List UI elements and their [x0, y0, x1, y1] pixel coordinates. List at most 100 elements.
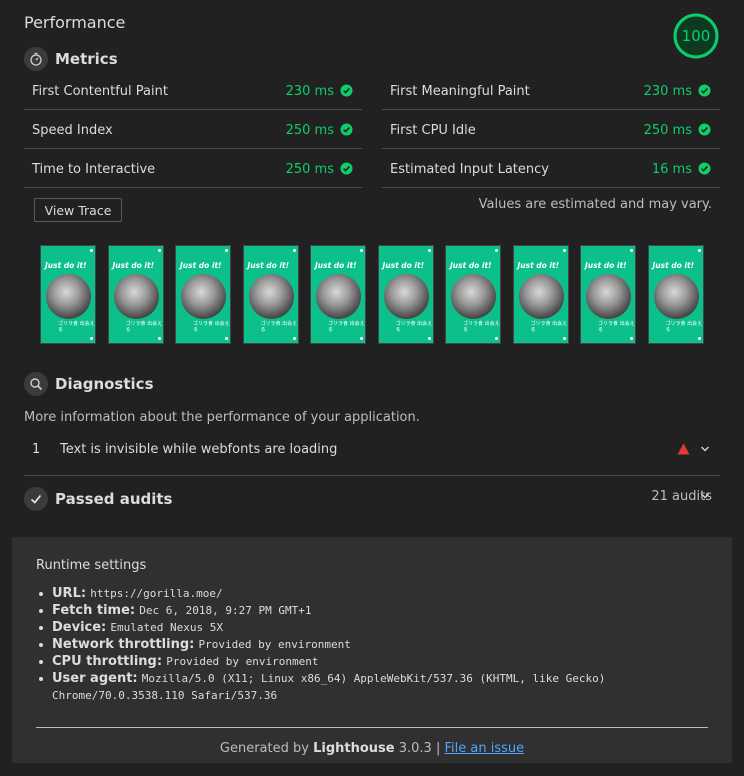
- metric-value: 250 ms: [285, 162, 334, 177]
- metric-label: Speed Index: [32, 123, 113, 138]
- filmstrip-frame: Just do it! ゴリラ食 出会える: [580, 245, 636, 344]
- setting-user-agent: User agent: Mozilla/5.0 (X11; Linux x86_…: [39, 670, 692, 704]
- frame-dot: [630, 337, 633, 340]
- setting-key: User agent:: [52, 671, 138, 686]
- frame-caption: ゴリラ食 出会える: [193, 321, 230, 333]
- frame-dot: [157, 249, 161, 252]
- metric-value: 230 ms: [285, 84, 334, 99]
- runtime-settings-title: Runtime settings: [36, 558, 147, 573]
- metric-estimated-input-latency: Estimated Input Latency 16 ms: [382, 150, 720, 188]
- runtime-settings-panel: Runtime settings URL: https://gorilla.mo…: [12, 537, 732, 763]
- setting-value: Dec 6, 2018, 9:27 PM GMT+1: [139, 604, 312, 617]
- filmstrip-frame: Just do it! ゴリラ食 出会える: [310, 245, 366, 344]
- frame-dot: [427, 337, 431, 340]
- metric-time-to-interactive: Time to Interactive 250 ms: [24, 150, 362, 188]
- frame-gorilla-image: [46, 274, 91, 319]
- frame-gorilla-image: [653, 274, 699, 319]
- check-circle-icon: [698, 84, 711, 97]
- filmstrip-frame: Just do it! ゴリラ食 出会える: [377, 245, 434, 344]
- diagnostic-text: Text is invisible while webfonts are loa…: [60, 442, 338, 457]
- metric-label: First Contentful Paint: [32, 84, 168, 99]
- filmstrip-frame: Just do it! ゴリラ食 出会える: [242, 245, 299, 344]
- frame-caption: ゴリラ食 出会える: [665, 321, 703, 333]
- frame-dot: [495, 249, 498, 252]
- search-icon: [24, 372, 48, 396]
- frame-title: Just do it!: [112, 261, 155, 270]
- passed-audits-title[interactable]: Passed audits: [55, 490, 172, 508]
- frame-caption: ゴリラ食 出会える: [395, 321, 433, 333]
- metric-value: 250 ms: [285, 123, 334, 138]
- diagnostic-number: 1: [32, 442, 41, 457]
- frame-caption: ゴリラ食 出会える: [530, 321, 568, 333]
- runtime-settings-list: URL: https://gorilla.moe/ Fetch time: De…: [39, 585, 692, 704]
- frame-dot: [292, 249, 296, 252]
- view-trace-button[interactable]: View Trace: [34, 198, 122, 222]
- diagnostics-description: More information about the performance o…: [24, 410, 420, 425]
- check-circle-icon: [340, 84, 353, 97]
- metrics-title: Metrics: [55, 50, 118, 68]
- frame-gorilla-image: [181, 274, 226, 319]
- frame-title: Just do it!: [382, 261, 425, 270]
- frame-gorilla-image: [451, 274, 496, 319]
- frame-caption: ゴリラ食 出会える: [260, 321, 298, 333]
- score-value: 100: [681, 27, 711, 45]
- estimate-note: Values are estimated and may vary.: [478, 197, 712, 212]
- check-circle-icon: [340, 123, 353, 136]
- setting-value: Provided by environment: [166, 655, 319, 668]
- frame-caption: ゴリラ食 出会える: [125, 321, 163, 333]
- generated-by-label: Generated by: [219, 741, 309, 756]
- filmstrip-frame: Just do it! ゴリラ食 出会える: [107, 245, 164, 344]
- frame-gorilla-image: [248, 274, 294, 319]
- frame-dot: [90, 337, 93, 340]
- check-circle-icon: [698, 162, 711, 175]
- frame-title: Just do it!: [652, 261, 695, 270]
- lighthouse-name: Lighthouse: [313, 741, 395, 756]
- frame-dot: [360, 249, 363, 252]
- frame-caption: ゴリラ食 出会える: [463, 321, 500, 333]
- checkmark-icon: [24, 487, 48, 511]
- metric-label: First CPU Idle: [390, 123, 476, 138]
- frame-title: Just do it!: [450, 261, 492, 270]
- metric-first-contentful-paint: First Contentful Paint 230 ms: [24, 72, 362, 110]
- frame-dot: [225, 249, 228, 252]
- chevron-down-icon[interactable]: [700, 444, 710, 454]
- metric-value: 230 ms: [643, 84, 692, 99]
- metric-label: Estimated Input Latency: [390, 162, 549, 177]
- check-circle-icon: [340, 162, 353, 175]
- setting-network-throttling: Network throttling: Provided by environm…: [39, 636, 692, 653]
- metric-value: 250 ms: [643, 123, 692, 138]
- chevron-down-icon[interactable]: [700, 491, 710, 501]
- frame-dot: [630, 249, 633, 252]
- frame-dot: [90, 249, 93, 252]
- stopwatch-icon: [24, 47, 48, 71]
- diagnostics-title: Diagnostics: [55, 375, 154, 393]
- frame-dot: [427, 249, 431, 252]
- setting-key: Fetch time:: [52, 603, 136, 618]
- footer-separator: |: [435, 741, 441, 756]
- lighthouse-version: 3.0.3: [398, 741, 432, 756]
- frame-dot: [562, 337, 566, 340]
- metric-value: 16 ms: [651, 162, 692, 177]
- frame-gorilla-image: [518, 274, 564, 319]
- diagnostic-item[interactable]: 1 Text is invisible while webfonts are l…: [24, 430, 720, 476]
- setting-key: Network throttling:: [52, 637, 195, 652]
- file-issue-link[interactable]: File an issue: [444, 741, 524, 756]
- metric-label: Time to Interactive: [32, 162, 156, 177]
- setting-key: CPU throttling:: [52, 654, 163, 669]
- setting-device: Device: Emulated Nexus 5X: [39, 619, 692, 636]
- metric-label: First Meaningful Paint: [390, 84, 530, 99]
- frame-title: Just do it!: [45, 261, 87, 270]
- filmstrip-frame: Just do it! ゴリラ食 出会える: [647, 245, 704, 344]
- setting-key: URL:: [52, 586, 87, 601]
- warning-triangle-icon: [677, 443, 690, 455]
- page-title: Performance: [24, 13, 126, 32]
- metrics-right-column: First Meaningful Paint 230 ms First CPU …: [382, 72, 720, 188]
- metrics-left-column: First Contentful Paint 230 ms Speed Inde…: [24, 72, 362, 188]
- frame-gorilla-image: [113, 274, 159, 319]
- setting-cpu-throttling: CPU throttling: Provided by environment: [39, 653, 692, 670]
- setting-value: https://gorilla.moe/: [90, 587, 223, 600]
- setting-url: URL: https://gorilla.moe/: [39, 585, 692, 602]
- filmstrip-frame: Just do it! ゴリラ食 出会える: [40, 245, 96, 344]
- metric-speed-index: Speed Index 250 ms: [24, 111, 362, 149]
- frame-dot: [697, 249, 701, 252]
